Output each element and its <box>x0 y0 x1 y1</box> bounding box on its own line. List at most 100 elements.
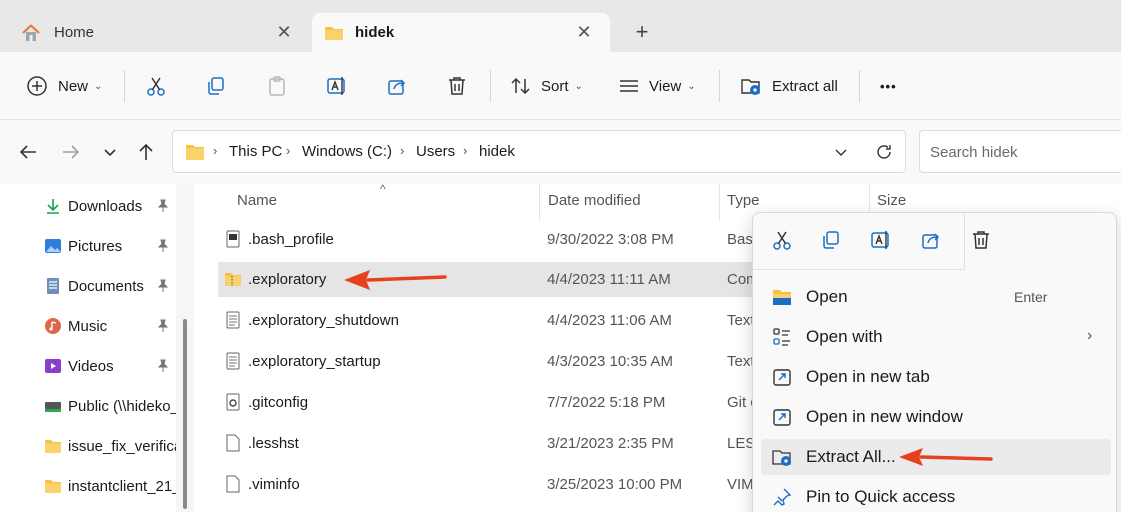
tab-home[interactable]: Home ✕ <box>0 13 305 52</box>
copy-icon[interactable] <box>820 229 842 251</box>
column-divider[interactable] <box>539 184 540 220</box>
pin-icon[interactable] <box>156 359 170 373</box>
nav-scrollbar-thumb[interactable] <box>183 319 187 509</box>
nav-item-music[interactable]: Music <box>44 314 107 338</box>
file-name: .viminfo <box>248 476 300 493</box>
rename-button[interactable] <box>326 72 348 100</box>
file-row[interactable]: .viminfo 3/25/2023 10:00 PM VIM <box>218 467 778 502</box>
nav-item-documents[interactable]: Documents <box>44 274 144 298</box>
chevron-down-icon[interactable] <box>833 145 849 159</box>
sort-label: Sort <box>541 77 569 95</box>
tab-hidek[interactable]: hidek ✕ <box>312 13 610 52</box>
file-date: 4/4/2023 11:06 AM <box>547 312 672 329</box>
menu-item-open[interactable]: Open Enter <box>761 279 1111 315</box>
context-menu-quick-actions <box>753 213 965 270</box>
pin-icon[interactable] <box>156 239 170 253</box>
back-arrow-icon[interactable] <box>16 140 40 164</box>
folder-icon <box>45 440 61 453</box>
tab-label: Home <box>54 24 95 41</box>
scissors-icon[interactable] <box>771 229 793 251</box>
download-icon <box>47 199 59 214</box>
column-header-date-modified[interactable]: Date modified <box>548 192 641 209</box>
new-button[interactable]: New ⌄ <box>26 72 102 100</box>
file-row[interactable]: .exploratory_startup 4/3/2023 10:35 AM T… <box>218 344 778 379</box>
close-icon[interactable]: ✕ <box>274 22 294 42</box>
file-row[interactable]: .lesshst 3/21/2023 2:35 PM LES <box>218 426 778 461</box>
nav-item-videos[interactable]: Videos <box>44 354 114 378</box>
file-date: 3/21/2023 2:35 PM <box>547 435 674 452</box>
folder-icon <box>325 27 343 40</box>
view-button[interactable]: View ⌄ <box>618 72 696 100</box>
column-header-type[interactable]: Type <box>727 192 760 209</box>
file-row[interactable]: .exploratory_shutdown 4/4/2023 11:06 AM … <box>218 303 778 338</box>
file-name: .exploratory <box>248 271 327 288</box>
delete-button[interactable] <box>446 72 468 100</box>
copy-button[interactable] <box>205 72 227 100</box>
share-icon <box>388 79 406 95</box>
file-row-selected[interactable]: .exploratory 4/4/2023 11:11 AM Com <box>218 262 778 297</box>
breadcrumb-windows-c[interactable]: Windows (C:) <box>302 143 392 160</box>
file-row[interactable]: .gitconfig 7/7/2022 5:18 PM Git c <box>218 385 778 420</box>
paste-button[interactable] <box>266 72 288 100</box>
refresh-icon[interactable] <box>874 142 894 162</box>
file-name: .bash_profile <box>248 231 334 248</box>
breadcrumb-users[interactable]: Users <box>416 143 455 160</box>
cut-button[interactable] <box>145 72 167 100</box>
up-arrow-icon[interactable] <box>134 140 158 164</box>
sort-icon <box>511 77 530 95</box>
command-bar: New ⌄ Sort ⌄ View ⌄ Extract all ••• <box>0 52 1121 120</box>
divider <box>124 70 125 102</box>
menu-item-label: Pin to Quick access <box>806 487 956 506</box>
pin-icon[interactable] <box>156 279 170 293</box>
more-options-button[interactable]: ••• <box>880 72 897 100</box>
menu-item-label: Open with <box>806 327 883 346</box>
pin-icon[interactable] <box>156 199 170 213</box>
column-header-name[interactable]: Name <box>237 192 277 209</box>
pictures-icon <box>45 239 61 253</box>
network-drive-icon <box>45 402 61 412</box>
file-name: .exploratory_startup <box>248 353 381 370</box>
column-divider[interactable] <box>719 184 720 220</box>
sort-button[interactable]: Sort ⌄ <box>510 72 583 100</box>
share-button[interactable] <box>386 72 408 100</box>
navigation-pane: Downloads Pictures Documents Music Video… <box>0 184 182 512</box>
forward-arrow-icon[interactable] <box>59 140 83 164</box>
chevron-down-icon: ⌄ <box>687 80 696 92</box>
trash-icon[interactable] <box>970 229 992 251</box>
column-header-size[interactable]: Size <box>877 192 906 209</box>
menu-item-pin-to-quick-access[interactable]: Pin to Quick access <box>761 479 1111 512</box>
rename-icon[interactable] <box>870 229 892 251</box>
file-date: 4/3/2023 10:35 AM <box>547 353 673 370</box>
extract-all-button[interactable]: Extract all <box>740 72 838 100</box>
file-row[interactable]: .bash_profile 9/30/2022 3:08 PM Bas <box>218 222 778 257</box>
nav-item-label: Music <box>68 317 108 335</box>
breadcrumb-this-pc[interactable]: This PC <box>229 143 282 160</box>
view-icon <box>620 80 638 92</box>
nav-item-public[interactable]: Public (\\hideko_ <box>44 394 179 418</box>
share-icon[interactable] <box>920 229 942 251</box>
search-input[interactable]: Search hidek <box>919 130 1121 173</box>
new-tab-button[interactable]: + <box>630 20 654 44</box>
pin-icon[interactable] <box>156 319 170 333</box>
recent-locations-icon[interactable] <box>98 140 122 164</box>
divider <box>719 70 720 102</box>
close-icon[interactable]: ✕ <box>574 22 594 42</box>
file-date: 7/7/2022 5:18 PM <box>547 394 666 411</box>
text-file-icon <box>226 311 240 329</box>
clipboard-icon <box>269 76 285 96</box>
nav-item-downloads[interactable]: Downloads <box>44 194 142 218</box>
menu-item-open-with[interactable]: Open with › <box>761 319 1111 355</box>
menu-item-shortcut: Enter <box>1014 289 1048 305</box>
chevron-down-icon: ⌄ <box>574 80 583 92</box>
chevron-down-icon: ⌄ <box>94 80 103 92</box>
nav-item-pictures[interactable]: Pictures <box>44 234 122 258</box>
menu-item-open-in-new-window[interactable]: Open in new window <box>761 399 1111 435</box>
menu-item-open-in-new-tab[interactable]: Open in new tab <box>761 359 1111 395</box>
breadcrumb-hidek[interactable]: hidek <box>479 143 515 160</box>
nav-item-issue-fix-verification[interactable]: issue_fix_verifica <box>44 434 182 458</box>
extract-label: Extract all <box>772 77 838 95</box>
pin-icon <box>773 488 792 506</box>
sort-ascending-icon: ^ <box>380 182 386 196</box>
nav-item-instantclient[interactable]: instantclient_21_ <box>44 474 181 498</box>
address-bar[interactable]: › This PC › Windows (C:) › Users › hidek <box>172 130 906 173</box>
